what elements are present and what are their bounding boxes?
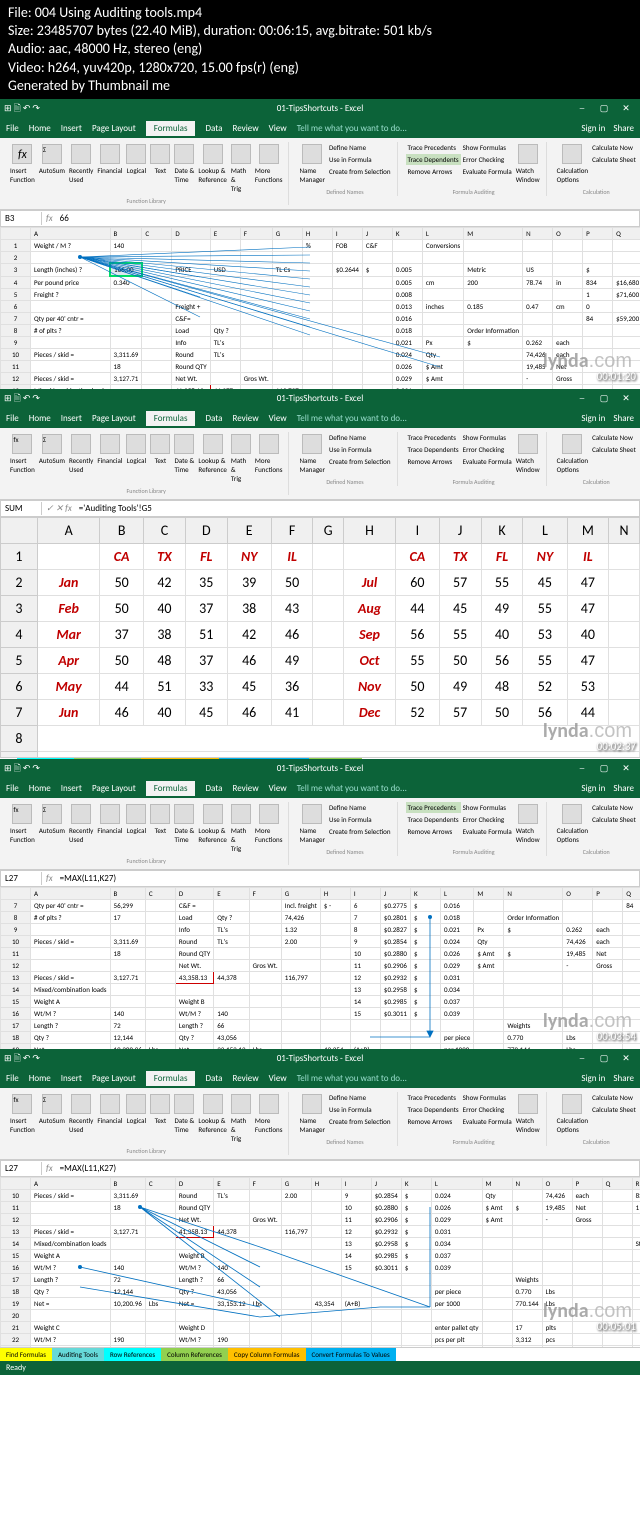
calc-options-button[interactable]: Calculation Options bbox=[555, 142, 591, 186]
trace-precedents-button[interactable]: Trace Precedents bbox=[406, 142, 461, 153]
name-box[interactable]: SUM bbox=[2, 502, 42, 515]
title-bar: ⊞ 🗎 ↶ ↷ 01-TipsShortcuts - Excel ─ ▢ ✕ bbox=[0, 99, 640, 119]
minimize-icon[interactable]: ─ bbox=[572, 103, 592, 114]
datetime-button[interactable]: Date & Time bbox=[172, 142, 196, 195]
insert-function-button[interactable]: fxInsert Function bbox=[8, 142, 37, 195]
evaluate-formula-button[interactable]: Evaluate Formula bbox=[461, 166, 514, 177]
autosum-button[interactable]: ΣAutoSum bbox=[37, 142, 67, 195]
thumbnail-1: ⊞ 🗎 ↶ ↷ 01-TipsShortcuts - Excel ─ ▢ ✕ F… bbox=[0, 99, 640, 389]
financial-button[interactable]: Financial bbox=[95, 142, 124, 195]
qat-icons[interactable]: ⊞ 🗎 ↶ ↷ bbox=[4, 101, 40, 117]
formula-input[interactable]: ='Auditing Tools'!G5 bbox=[76, 502, 638, 515]
show-formulas-button[interactable]: Show Formulas bbox=[461, 142, 514, 153]
menu-tellme[interactable]: Tell me what you want to do... bbox=[297, 123, 407, 134]
define-name-button[interactable]: Define Name bbox=[327, 142, 393, 153]
watch-window-button[interactable]: Watch Window bbox=[514, 142, 542, 186]
text-button[interactable]: Text bbox=[148, 142, 172, 195]
ribbon-formulas: fxInsert Function ΣAutoSum Recently Used… bbox=[0, 138, 640, 210]
maximize-icon[interactable]: ▢ bbox=[594, 103, 614, 114]
formula-input[interactable]: 66 bbox=[57, 212, 638, 225]
menu-view[interactable]: View bbox=[269, 123, 287, 134]
fx-icon[interactable]: fx bbox=[42, 212, 57, 225]
menu-file[interactable]: File bbox=[6, 123, 19, 134]
menu-bar: File Home Insert Page Layout Formulas Da… bbox=[0, 119, 640, 138]
math-button[interactable]: Math & Trig bbox=[229, 142, 253, 195]
calculate-now-button[interactable]: Calculate Now bbox=[590, 142, 638, 153]
calculate-sheet-button[interactable]: Calculate Sheet bbox=[590, 154, 638, 165]
file-info-header: File: 004 Using Auditing tools.mp4 Size:… bbox=[0, 0, 640, 99]
thumbnail-4: ⊞ 🗎 ↶ ↷01-TipsShortcuts - Excel─▢✕ FileH… bbox=[0, 1049, 640, 1339]
menu-formulas[interactable]: Formulas bbox=[146, 121, 196, 136]
thumbnail-3: ⊞ 🗎 ↶ ↷01-TipsShortcuts - Excel─▢✕ FileH… bbox=[0, 759, 640, 1049]
recently-used-button[interactable]: Recently Used bbox=[67, 142, 95, 195]
menu-data[interactable]: Data bbox=[205, 123, 222, 134]
close-icon[interactable]: ✕ bbox=[616, 103, 636, 114]
use-in-formula-button[interactable]: Use in Formula bbox=[327, 154, 393, 165]
error-checking-button[interactable]: Error Checking bbox=[461, 154, 514, 165]
name-manager-button[interactable]: Name Manager bbox=[297, 142, 327, 186]
menu-review[interactable]: Review bbox=[232, 123, 258, 134]
formula-bar: B3 fx 66 bbox=[0, 210, 640, 227]
create-from-selection-button[interactable]: Create from Selection bbox=[327, 166, 393, 177]
menu-pagelayout[interactable]: Page Layout bbox=[92, 123, 136, 134]
share-button[interactable]: Share bbox=[613, 123, 634, 134]
thumbnail-2: ⊞ 🗎 ↶ ↷01-TipsShortcuts - Excel─▢✕ FileH… bbox=[0, 389, 640, 759]
menu-insert[interactable]: Insert bbox=[61, 123, 82, 134]
menu-home[interactable]: Home bbox=[29, 123, 51, 134]
timestamp: 00:01:20 bbox=[597, 370, 636, 383]
lookup-button[interactable]: Lookup & Reference bbox=[196, 142, 229, 195]
name-box[interactable]: B3 bbox=[2, 212, 42, 225]
remove-arrows-button[interactable]: Remove Arrows bbox=[406, 166, 461, 177]
more-fn-button[interactable]: More Functions bbox=[253, 142, 285, 195]
signin-link[interactable]: Sign in bbox=[581, 123, 605, 134]
logical-button[interactable]: Logical bbox=[124, 142, 148, 195]
trace-dependents-button[interactable]: Trace Dependents bbox=[406, 154, 461, 165]
